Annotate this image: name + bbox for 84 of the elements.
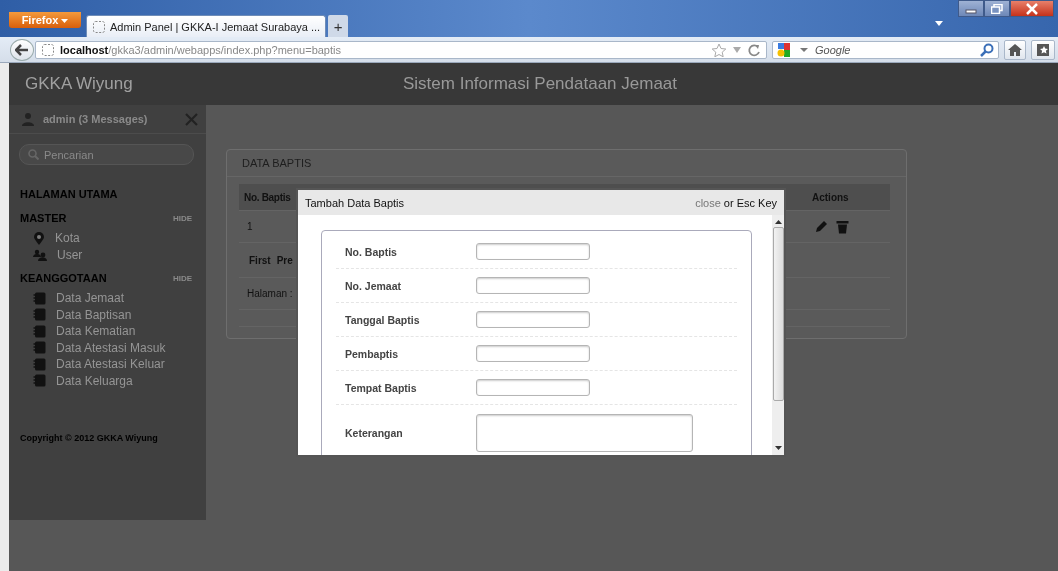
- sidebar-link[interactable]: Data Baptisan: [56, 307, 132, 322]
- panel-title: DATA BAPTIS: [242, 157, 312, 169]
- scrollbar-thumb[interactable]: [772, 227, 784, 401]
- scroll-up-icon[interactable]: [774, 219, 782, 224]
- close-icon[interactable]: [185, 112, 198, 126]
- reload-icon[interactable]: [747, 42, 761, 57]
- book-icon: [33, 308, 46, 322]
- home-icon: [1007, 42, 1023, 57]
- users-icon: [33, 248, 47, 261]
- column-header: Actions: [811, 191, 849, 203]
- book-icon: [33, 374, 46, 388]
- url-text: localhost/gkka3/admin/webapps/index.php?menu=baptis: [60, 43, 341, 56]
- field-label: No. Jemaat: [344, 279, 403, 292]
- scroll-down-icon[interactable]: [774, 446, 782, 451]
- sidebar-link[interactable]: Data Keluarga: [56, 373, 133, 388]
- trash-icon[interactable]: [836, 219, 849, 234]
- home-button[interactable]: [1004, 39, 1026, 60]
- field-label: Pembaptis: [344, 347, 400, 360]
- browser-tab[interactable]: Admin Panel | GKKA-I Jemaat Surabaya ...: [86, 15, 327, 37]
- sidebar-link[interactable]: User: [57, 247, 83, 262]
- site-title: Sistem Informasi Pendataan Jemaat: [403, 74, 678, 94]
- book-icon: [33, 324, 46, 338]
- search-field[interactable]: Google: [772, 40, 999, 59]
- user-name[interactable]: admin (3 Messages): [43, 113, 148, 125]
- pager-link[interactable]: Pre: [276, 254, 293, 266]
- input-field[interactable]: [476, 243, 590, 260]
- input-field[interactable]: [476, 277, 590, 294]
- input-field[interactable]: [476, 379, 590, 396]
- book-icon: [33, 341, 46, 355]
- input-field[interactable]: [476, 345, 590, 362]
- scrollbar[interactable]: [772, 215, 784, 455]
- field-label: No. Baptis: [344, 245, 398, 258]
- restore-button[interactable]: [984, 0, 1010, 17]
- search-input[interactable]: Pencarian: [42, 148, 185, 161]
- dialog-title: Tambah Data Baptis: [305, 196, 405, 209]
- firefox-menu-button[interactable]: Firefox: [9, 12, 81, 28]
- section-heading[interactable]: HALAMAN UTAMA: [20, 188, 118, 200]
- close-link[interactable]: close: [695, 196, 721, 209]
- section-heading[interactable]: KEANGGOTAAN: [20, 272, 107, 284]
- sidebar-link[interactable]: Kota: [55, 231, 80, 246]
- hide-toggle[interactable]: HIDE: [172, 273, 192, 283]
- page-icon: [41, 42, 55, 57]
- dropdown-icon[interactable]: [732, 45, 742, 54]
- field-label: Tanggal Baptis: [344, 313, 421, 326]
- field-label: Keterangan: [344, 427, 404, 439]
- close-hint: or Esc Key: [723, 196, 777, 209]
- close-icon: [1025, 2, 1039, 15]
- hide-toggle[interactable]: HIDE: [172, 213, 192, 223]
- sidebar-search-field[interactable]: Pencarian: [19, 144, 194, 165]
- sidebar-link[interactable]: Data Jemaat: [56, 291, 125, 306]
- bookmarks-icon: [1036, 42, 1050, 57]
- book-icon: [33, 291, 46, 305]
- sidebar-link[interactable]: Data Kematian: [56, 324, 136, 339]
- pager-link[interactable]: First: [249, 254, 271, 266]
- dropdown-icon[interactable]: [800, 46, 808, 53]
- input-field[interactable]: [476, 311, 590, 328]
- sidebar-link[interactable]: Data Atestasi Masuk: [56, 340, 166, 355]
- address-bar[interactable]: localhost/gkka3/admin/webapps/index.php?menu=baptis: [35, 40, 767, 59]
- restore-icon: [991, 3, 1003, 14]
- location-pin-icon: [33, 231, 45, 245]
- table-cell-text: 1: [246, 221, 253, 232]
- new-tab-button[interactable]: +: [328, 15, 349, 37]
- column-header: No. Baptis: [243, 191, 291, 203]
- page-label: Halaman :: [246, 288, 293, 299]
- site-brand[interactable]: GKKA Wiyung: [25, 74, 133, 94]
- search-icon[interactable]: [980, 42, 994, 57]
- sidebar-link[interactable]: Data Atestasi Keluar: [56, 357, 165, 372]
- page-icon: [92, 19, 106, 34]
- minimize-button[interactable]: [958, 0, 984, 17]
- pencil-icon[interactable]: [814, 219, 828, 234]
- field-label: Tempat Baptis: [344, 381, 418, 394]
- tab-list-icon[interactable]: [934, 18, 944, 27]
- caret-icon: [61, 19, 69, 24]
- copyright-text: Copyright © 2012 GKKA Wiyung: [19, 433, 159, 443]
- star-icon[interactable]: [711, 42, 727, 57]
- book-icon: [33, 357, 46, 371]
- close-button[interactable]: [1010, 0, 1054, 17]
- bookmarks-button[interactable]: [1031, 39, 1055, 60]
- text-area[interactable]: [476, 414, 693, 452]
- back-button[interactable]: [10, 38, 34, 61]
- search-icon: [28, 149, 39, 160]
- back-arrow-icon: [15, 43, 29, 56]
- section-heading[interactable]: MASTER: [20, 212, 67, 224]
- user-icon: [21, 112, 35, 126]
